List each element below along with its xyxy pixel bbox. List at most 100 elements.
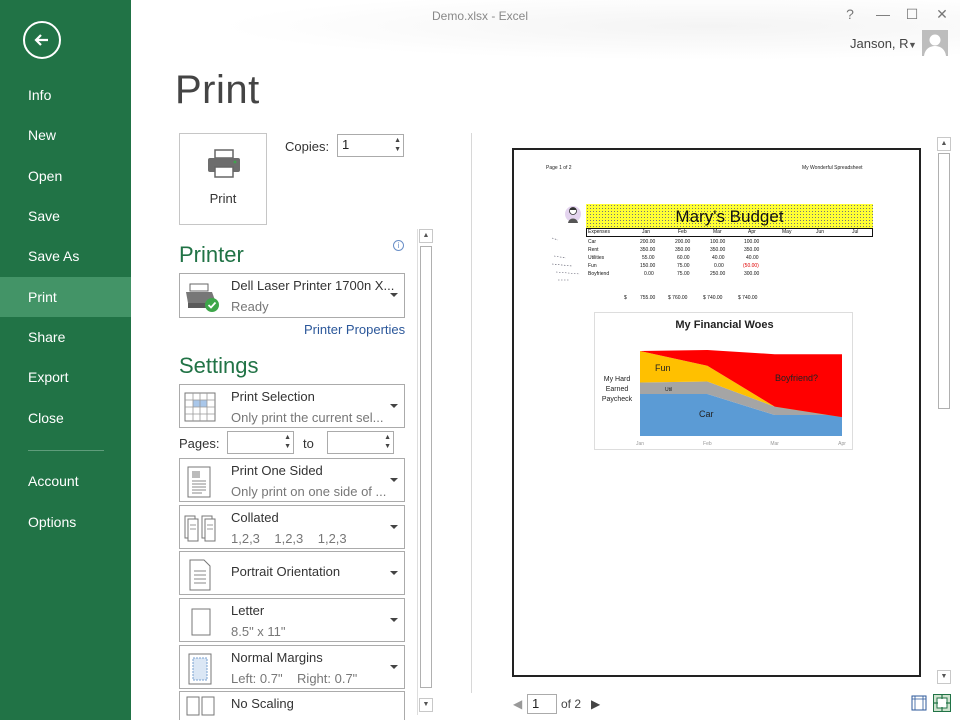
- stepper-arrows-icon[interactable]: ▲ ▼: [394, 136, 401, 154]
- print-button[interactable]: Print: [179, 133, 267, 225]
- next-page-icon[interactable]: ▶: [591, 697, 600, 711]
- margins-title: Normal Margins: [231, 650, 323, 665]
- series-label: Car: [699, 409, 714, 419]
- preview-scroll-thumb[interactable]: [938, 153, 950, 409]
- table-cell: 350.00: [710, 247, 726, 253]
- table-header-cell: May: [782, 229, 792, 235]
- sheet-selection-icon: [184, 392, 216, 427]
- table-cell: 0.00: [644, 271, 654, 277]
- print-what-subtitle: Only print the current sel...: [231, 410, 384, 425]
- chart-plot: Car Util Fun Boyfriend? Jan Feb Mar Apr: [636, 350, 846, 447]
- pages-label: Pages:: [179, 436, 220, 451]
- nav-item-account[interactable]: Account: [0, 461, 131, 501]
- page-number-input[interactable]: 1: [527, 694, 557, 714]
- minimize-button[interactable]: —: [873, 6, 893, 22]
- printer-properties-link[interactable]: Printer Properties: [304, 322, 405, 337]
- letter-page-icon: [184, 606, 216, 643]
- paper-size-subtitle: 8.5" x 11": [231, 624, 286, 639]
- collation-dropdown[interactable]: Collated 1,2,3 1,2,3 1,2,3: [179, 505, 405, 549]
- scroll-up-icon[interactable]: ▲: [937, 137, 951, 151]
- table-cell: 250.00: [710, 271, 726, 277]
- scroll-down-icon[interactable]: ▼: [937, 670, 951, 684]
- sides-title: Print One Sided: [231, 463, 323, 478]
- avatar[interactable]: [922, 30, 948, 56]
- table-total-cell: $ 740.00: [738, 295, 758, 301]
- scaling-pages-icon: [184, 695, 216, 720]
- close-window-button[interactable]: ✕: [932, 6, 952, 23]
- table-header-cell: Jul: [852, 229, 859, 235]
- stepper-arrows-icon[interactable]: ▲ ▼: [284, 433, 291, 451]
- table-cell: 200.00: [675, 239, 691, 245]
- margins-icon: [184, 653, 216, 690]
- scaling-title: No Scaling: [231, 696, 294, 711]
- nav-item-info[interactable]: Info: [0, 75, 131, 115]
- user-name[interactable]: Janson, R: [850, 36, 909, 51]
- nav-item-save-as[interactable]: Save As: [0, 236, 131, 276]
- portrait-page-icon: [184, 559, 216, 596]
- table-cell: 350.00: [744, 247, 760, 253]
- series-label: Fun: [655, 363, 671, 373]
- print-button-label: Print: [209, 191, 237, 206]
- nav-item-export[interactable]: Export: [0, 357, 131, 397]
- nav-item-open[interactable]: Open: [0, 156, 131, 196]
- table-cell: 100.00: [744, 239, 760, 245]
- nav-item-save[interactable]: Save: [0, 196, 131, 236]
- collation-subtitle: 1,2,3 1,2,3 1,2,3: [231, 531, 347, 546]
- help-button[interactable]: ?: [840, 6, 860, 22]
- pages-to-stepper[interactable]: ▲ ▼: [327, 431, 394, 454]
- paper-size-dropdown[interactable]: Letter 8.5" x 11": [179, 598, 405, 642]
- info-icon[interactable]: i: [393, 240, 404, 251]
- pages-from-stepper[interactable]: ▲ ▼: [227, 431, 294, 454]
- table-cell: 75.00: [677, 263, 690, 269]
- show-margins-button[interactable]: [910, 694, 928, 712]
- one-sided-page-icon: [184, 466, 216, 503]
- orientation-dropdown[interactable]: Portrait Orientation: [179, 551, 405, 595]
- copies-stepper[interactable]: 1 ▲ ▼: [337, 134, 404, 157]
- margins-dropdown[interactable]: Normal Margins Left: 0.7" Right: 0.7": [179, 645, 405, 689]
- panel-divider: [471, 133, 472, 693]
- print-what-title: Print Selection: [231, 389, 315, 404]
- printer-dropdown[interactable]: Dell Laser Printer 1700n X... Ready: [179, 273, 405, 318]
- table-total-cell: $: [624, 295, 627, 301]
- nav-item-print[interactable]: Print: [0, 277, 131, 317]
- settings-scrollbar[interactable]: ▲ ▼: [417, 229, 433, 715]
- scaling-dropdown[interactable]: No Scaling: [179, 691, 405, 720]
- x-tick-label: Apr: [838, 441, 846, 447]
- previous-page-icon[interactable]: ◀: [513, 697, 522, 711]
- table-cell: 75.00: [677, 271, 690, 277]
- pages-to-label: to: [303, 436, 314, 451]
- sides-dropdown[interactable]: Print One Sided Only print on one side o…: [179, 458, 405, 502]
- nav-item-share[interactable]: Share: [0, 317, 131, 357]
- print-preview-page: Page 1 of 2 My Wonderful Spreadsheet Mar…: [512, 148, 921, 677]
- series-label: Boyfriend?: [775, 373, 818, 383]
- restore-button[interactable]: ☐: [902, 6, 922, 23]
- budget-title: Mary's Budget: [675, 207, 784, 226]
- budget-banner: Mary's Budget: [586, 204, 873, 228]
- printer-status: Ready: [231, 299, 269, 314]
- stepper-arrows-icon[interactable]: ▲ ▼: [384, 433, 391, 451]
- preview-header-right: My Wonderful Spreadsheet: [802, 165, 863, 171]
- table-cell: 60.00: [677, 255, 690, 261]
- printer-icon: [208, 149, 240, 178]
- back-button[interactable]: [23, 21, 61, 59]
- chevron-down-icon: [390, 478, 398, 482]
- page-count-label: of 2: [561, 697, 582, 711]
- chevron-down-icon: [390, 293, 398, 297]
- print-what-dropdown[interactable]: Print Selection Only print the current s…: [179, 384, 405, 428]
- scroll-up-icon[interactable]: ▲: [419, 229, 433, 243]
- user-menu-caret-icon[interactable]: ▼: [908, 40, 917, 50]
- table-header-cell: Mar: [713, 229, 722, 235]
- collated-pages-icon: [184, 513, 220, 548]
- table-cell: 150.00: [640, 263, 656, 269]
- zoom-to-page-button[interactable]: [933, 694, 951, 712]
- copies-value: 1: [342, 137, 350, 152]
- scroll-down-icon[interactable]: ▼: [419, 698, 433, 712]
- window-title: Demo.xlsx - Excel: [431, 9, 529, 23]
- settings-scroll-thumb[interactable]: [420, 246, 432, 688]
- preview-scrollbar[interactable]: ▲ ▼: [936, 136, 952, 688]
- margins-subtitle: Left: 0.7" Right: 0.7": [231, 671, 358, 686]
- nav-item-new[interactable]: New: [0, 115, 131, 155]
- chevron-down-icon: [390, 618, 398, 622]
- nav-item-close[interactable]: Close: [0, 398, 131, 438]
- nav-item-options[interactable]: Options: [0, 502, 131, 542]
